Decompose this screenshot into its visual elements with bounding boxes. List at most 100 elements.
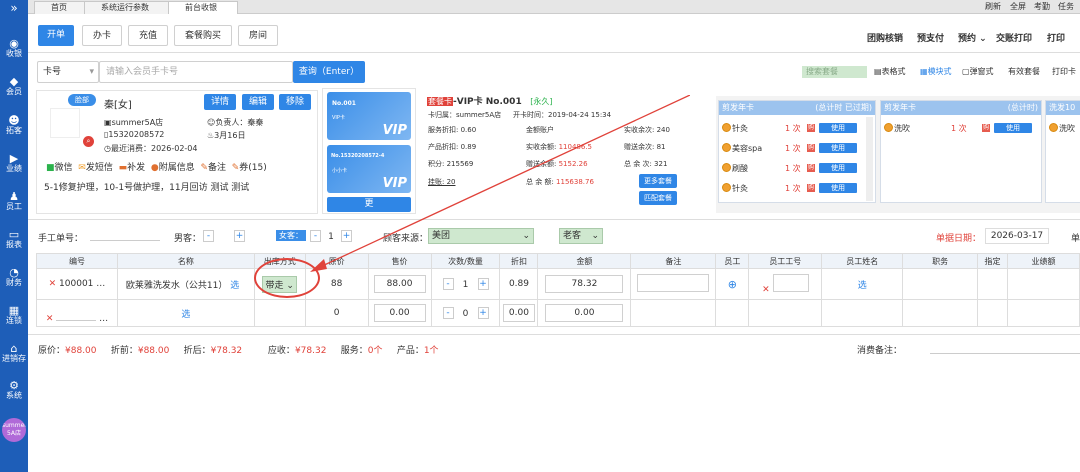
sidebar-expand-icon[interactable]: » — [0, 2, 28, 14]
coin-icon — [884, 123, 893, 132]
reserve-button[interactable]: 预约 ⌄ — [958, 31, 987, 44]
search-button[interactable]: 查询（Enter） — [293, 61, 365, 83]
manual-no-input[interactable] — [90, 240, 160, 241]
choose-product-link[interactable]: 选 — [181, 310, 190, 320]
use-button[interactable]: 使用 — [994, 123, 1032, 133]
table-row: ✕ … 选 0 0.00 -0 + 0.00 0.00 — [36, 299, 1080, 327]
view-table[interactable]: ▤表格式 — [874, 66, 906, 77]
tab-cashier[interactable]: 前台收银 — [168, 1, 238, 14]
sidebar-item-inventory[interactable]: ⌂ 进销存 — [0, 343, 28, 363]
view-popup[interactable]: ▢弹窗式 — [962, 66, 994, 77]
room-button[interactable]: 房间 — [238, 25, 278, 46]
scrollbar[interactable] — [866, 117, 873, 201]
window-icon: ▢ — [962, 67, 970, 76]
use-button[interactable]: 使用 — [819, 143, 857, 153]
summary-bar: 原价：¥88.00 折前：¥88.00 折后：¥78.32 应收：¥78.32 … — [38, 346, 439, 356]
info-icon: ● — [150, 163, 159, 173]
recharge-button[interactable]: 充值 — [128, 25, 168, 46]
date-label: 单据日期： — [936, 234, 982, 244]
open-order-button[interactable]: 开单 — [38, 25, 74, 46]
sidebar-item-performance[interactable]: ▶ 业绩 — [0, 153, 28, 173]
delete-icon[interactable]: ✕ — [49, 279, 57, 289]
remark-link[interactable]: ✎备注 — [200, 163, 226, 173]
price-input[interactable]: 0.00 — [373, 304, 426, 322]
sidebar: » ◉ 收银 ◆ 会员 ☻ 拓客 ▶ 业绩 ♟ 员工 ▭ 报表 ◔ 财务 ▦ 连锁 ⌂ 进销存 ⚙… — [0, 0, 28, 472]
member-search-input[interactable]: 请输入会员手卡号 — [99, 61, 293, 83]
date-input[interactable]: 2026-03-17 — [985, 228, 1049, 244]
consume-remark-input[interactable] — [930, 353, 1080, 354]
member-birthday: ♨3月16日 — [207, 131, 246, 140]
member-phone: ▯15320208572 — [104, 130, 165, 139]
fullscreen-link[interactable]: 全屏 — [1010, 1, 1026, 13]
member-name: 秦[女] — [104, 100, 132, 111]
reissue-link[interactable]: ▬补发 — [119, 163, 146, 173]
card-button[interactable]: 办卡 — [82, 25, 122, 46]
sidebar-item-chain[interactable]: ▦ 连锁 — [0, 305, 28, 325]
view-module[interactable]: ▦模块式 — [920, 66, 952, 77]
sidebar-item-cash[interactable]: ◉ 收银 — [0, 38, 28, 58]
avatar — [50, 108, 80, 138]
member-manager: ☺负责人：秦秦 — [207, 118, 264, 127]
staff-no-input[interactable] — [772, 273, 809, 292]
search-icon[interactable]: ⌕ — [83, 136, 94, 147]
groupbuy-verify-button[interactable]: 团购核销 — [867, 31, 903, 44]
wechat-icon: ■ — [46, 163, 55, 173]
package-panel-3: 洗发10次 洗吹 — [1045, 100, 1080, 203]
member-links: ■微信 ✉发短信 ▬补发 ●附属信息 ✎备注 ✎券(15) — [46, 160, 267, 173]
coin-icon — [722, 123, 731, 132]
remark-input[interactable] — [637, 273, 710, 292]
price-input[interactable]: 88.00 — [373, 275, 426, 293]
valid-packages-link[interactable]: 有效套餐 — [1008, 66, 1040, 77]
amount-input[interactable]: 0.00 — [545, 304, 624, 322]
extra-info-link[interactable]: ●附属信息 — [151, 163, 195, 173]
amount-input[interactable]: 78.32 — [545, 275, 624, 293]
use-button[interactable]: 使用 — [819, 123, 857, 133]
delete-icon[interactable]: ✕ — [762, 285, 770, 295]
male-label: 男客： — [174, 234, 202, 244]
sms-link[interactable]: ✉发短信 — [78, 163, 113, 173]
choose-staff-link[interactable]: 选 — [858, 281, 867, 291]
use-button[interactable]: 使用 — [819, 163, 857, 173]
choose-product-link[interactable]: 选 — [230, 281, 239, 291]
edit-button[interactable]: 编辑 — [242, 94, 274, 110]
card-type-select[interactable]: 卡号 ▾ — [37, 61, 99, 83]
add-staff-icon[interactable]: ⊕ — [728, 278, 737, 291]
package-search-input[interactable]: 搜索套餐 — [802, 66, 867, 78]
tab-strip: 首页 系统运行参数 前台收银 刷新 全屏 考勤 任务 — [28, 0, 1080, 14]
refresh-link[interactable]: 刷新 — [985, 1, 1001, 13]
receivable-total: ¥78.32 — [294, 346, 327, 356]
form-tail: 单 — [1071, 234, 1080, 244]
service-count: 0个 — [367, 346, 383, 356]
sidebar-item-finance[interactable]: ◔ 财务 — [0, 267, 28, 287]
use-button[interactable]: 使用 — [819, 183, 857, 193]
chevron-down-icon: ⌄ — [976, 34, 987, 44]
attendance-link[interactable]: 考勤 — [1034, 1, 1050, 13]
sidebar-item-staff[interactable]: ♟ 员工 — [0, 191, 28, 211]
member-store: ▣summer5A店 — [104, 118, 164, 127]
print-card-link[interactable]: 打印卡 — [1052, 66, 1076, 77]
package-panel-2: 剪发年卡 (总计时) 洗吹 1 次购使用 — [880, 100, 1042, 203]
discount-input[interactable]: 0.00 — [502, 304, 535, 322]
sidebar-item-system[interactable]: ⚙ 系统 — [0, 380, 28, 400]
task-link[interactable]: 任务 — [1058, 1, 1074, 13]
people-icon: ☻ — [8, 114, 20, 127]
tab-system-params[interactable]: 系统运行参数 — [84, 1, 180, 14]
prepay-button[interactable]: 预支付 — [917, 31, 944, 44]
avatar[interactable]: summer 5A店 — [2, 418, 26, 442]
delete-icon[interactable]: ✕ — [46, 314, 54, 324]
consume-remark-label: 消费备注： — [857, 346, 903, 356]
sidebar-item-report[interactable]: ▭ 报表 — [0, 229, 28, 249]
clock-icon: ◷ — [104, 144, 111, 153]
card-icon: ▬ — [118, 163, 128, 173]
coupon-link[interactable]: ✎券(15) — [232, 163, 267, 173]
sidebar-item-tuoke[interactable]: ☻ 拓客 — [0, 115, 28, 135]
coin-icon — [1049, 123, 1058, 132]
pie-icon: ◔ — [9, 266, 19, 279]
male-stepper[interactable]: - + — [203, 230, 245, 242]
package-buy-button[interactable]: 套餐购买 — [174, 25, 232, 46]
wechat-link[interactable]: ■微信 — [46, 163, 73, 173]
print-button[interactable]: 打印 — [1047, 31, 1065, 44]
sidebar-item-member[interactable]: ◆ 会员 — [0, 76, 28, 96]
detail-button[interactable]: 详情 — [204, 94, 236, 110]
handover-print-button[interactable]: 交账打印 — [996, 31, 1032, 44]
